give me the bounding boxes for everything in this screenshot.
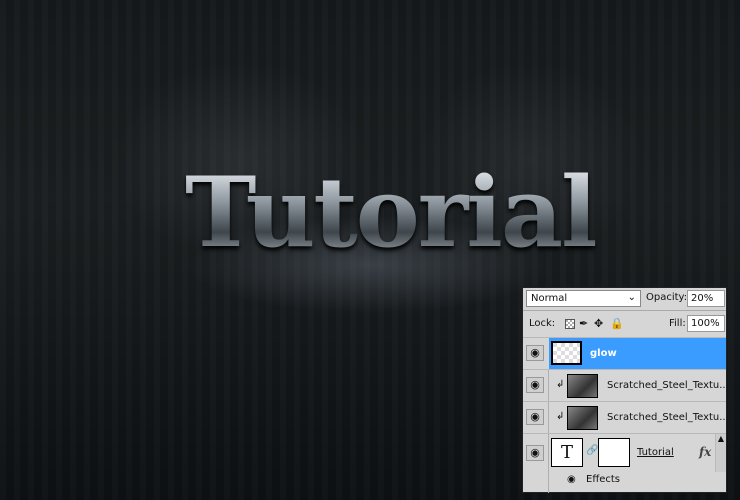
lock-move-icon[interactable]: ✥ <box>594 317 603 330</box>
layer-thumbnail <box>551 341 582 365</box>
link-icon: 🔗 <box>586 445 599 456</box>
layer-row[interactable]: ◉ ↲ Scratched_Steel_Textu... <box>523 369 729 401</box>
layer-name[interactable]: glow <box>590 348 617 359</box>
layer-name[interactable]: Scratched_Steel_Textu... <box>607 380 729 391</box>
layers-panel: Normal ⌄ Opacity: 20% Lock: ✒ ✥ 🔒 Fill: 1… <box>522 287 729 493</box>
layer-row-glow[interactable]: ◉ glow <box>523 337 726 369</box>
layer-name[interactable]: Scratched_Steel_Textu... <box>607 412 729 423</box>
layer-row[interactable]: ◉ ↲ Scratched_Steel_Textu... <box>523 401 729 433</box>
opacity-input[interactable]: 20% <box>687 290 725 307</box>
lock-label: Lock: <box>529 318 556 329</box>
layer-thumbnail <box>567 374 598 398</box>
artwork-title-text: Tutorial <box>185 156 598 269</box>
fill-input[interactable]: 100% <box>687 315 725 332</box>
layer-mask-thumbnail <box>598 438 630 467</box>
effects-label[interactable]: Effects <box>586 474 620 485</box>
lock-all-icon[interactable]: 🔒 <box>610 317 624 330</box>
eye-icon[interactable]: ◉ <box>526 409 544 425</box>
scrollbar-up-arrow[interactable]: ▲ <box>715 434 726 472</box>
chevron-down-icon: ⌄ <box>627 292 636 303</box>
clipping-arrow-icon: ↲ <box>556 411 565 422</box>
fx-icon[interactable]: fx <box>699 445 711 459</box>
layer-row-tutorial[interactable]: ◉ T 🔗 Tutorial fx ▲ ◉ Effects <box>523 433 726 493</box>
blend-mode-select[interactable]: Normal ⌄ <box>526 290 641 307</box>
clipping-arrow-icon: ↲ <box>556 379 565 390</box>
lock-brush-icon[interactable]: ✒ <box>579 317 588 330</box>
fill-label: Fill: <box>669 318 686 329</box>
opacity-label: Opacity: <box>646 292 688 303</box>
blend-mode-value: Normal <box>531 293 568 304</box>
eye-icon[interactable]: ◉ <box>526 377 544 393</box>
eye-icon[interactable]: ◉ <box>526 345 544 361</box>
lock-transparent-icon[interactable] <box>565 319 575 329</box>
layer-thumbnail <box>567 406 598 430</box>
text-layer-thumbnail: T <box>551 438 583 467</box>
effects-eye-icon[interactable]: ◉ <box>567 474 576 485</box>
eye-icon[interactable]: ◉ <box>526 445 544 461</box>
layer-name[interactable]: Tutorial <box>637 447 674 458</box>
